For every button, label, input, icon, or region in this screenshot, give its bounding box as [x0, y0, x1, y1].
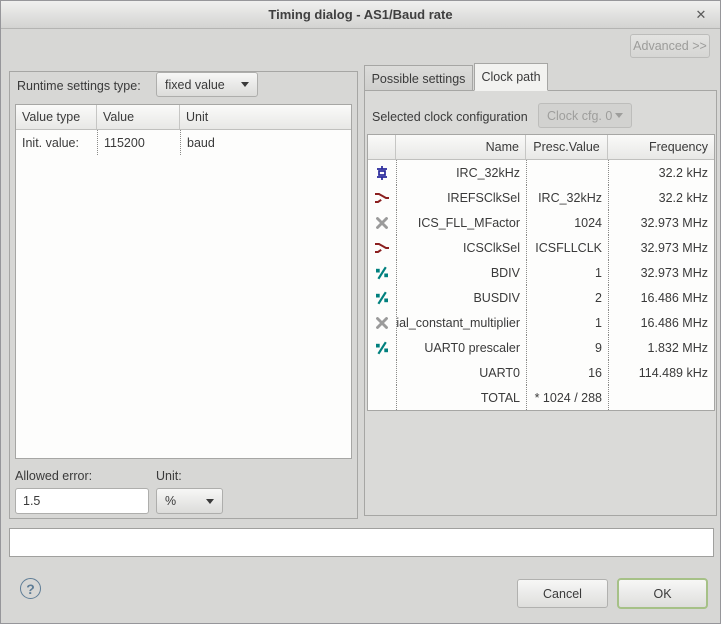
presc-value-cell: ICSFLLCLK [526, 235, 608, 260]
frequency-cell: 32.2 kHz [608, 160, 714, 185]
unit-select[interactable]: % [156, 488, 223, 514]
help-icon[interactable]: ? [20, 578, 41, 599]
col-value[interactable]: Value [97, 105, 180, 129]
presc-value-cell: 1024 [526, 210, 608, 235]
clock-path-row[interactable]: UART0 16 114.489 kHz [368, 360, 714, 385]
frequency-cell: 16.486 MHz [608, 285, 714, 310]
presc-value-cell: 9 [526, 335, 608, 360]
advanced-button[interactable]: Advanced >> [630, 34, 710, 58]
clock-name-cell: BUSDIV [396, 285, 526, 310]
presc-value-cell: 1 [526, 260, 608, 285]
presc-value-cell: 1 [526, 310, 608, 335]
title-bar: Timing dialog - AS1/Baud rate ✕ [1, 1, 720, 29]
runtime-settings-value: fixed value [165, 77, 225, 92]
clock-path-row[interactable]: ial_constant_multiplier 1 16.486 MHz [368, 310, 714, 335]
value-table-header: Value type Value Unit [16, 105, 351, 130]
frequency-cell: 32.973 MHz [608, 210, 714, 235]
clock-name-cell: UART0 [396, 360, 526, 385]
clock-name-cell: TOTAL [396, 385, 526, 410]
frequency-cell [608, 385, 714, 410]
clock-path-row[interactable]: IREFSClkSel IRC_32kHz 32.2 kHz [368, 185, 714, 210]
tab-possible-settings[interactable]: Possible settings [364, 65, 473, 91]
value-table: Value type Value Unit Init. value: 11520… [15, 104, 352, 459]
table-row[interactable]: Init. value: 115200 baud [16, 130, 351, 155]
col-presc-value[interactable]: Presc.Value [526, 135, 608, 159]
col-icon[interactable] [368, 135, 396, 159]
timing-dialog: Timing dialog - AS1/Baud rate ✕ Advanced… [0, 0, 721, 624]
presc-value-cell [526, 160, 608, 185]
clock-path-rows: IRC_32kHz 32.2 kHz IREFSClkSel IRC_32kHz 32.… [368, 160, 714, 410]
tab-clock-path[interactable]: Clock path [474, 63, 548, 91]
col-unit[interactable]: Unit [180, 105, 351, 129]
runtime-settings-select[interactable]: fixed value [156, 72, 258, 97]
unit-label: Unit: [156, 469, 182, 483]
chevron-down-icon [206, 498, 214, 504]
ok-button[interactable]: OK [617, 578, 708, 609]
clock-name-cell: ICS_FLL_MFactor [396, 210, 526, 235]
clock-name-cell: IREFSClkSel [396, 185, 526, 210]
crystal-icon [368, 160, 396, 185]
frequency-cell: 1.832 MHz [608, 335, 714, 360]
frequency-cell: 114.489 kHz [608, 360, 714, 385]
mux-icon [368, 235, 396, 260]
clock-config-label: Selected clock configuration [372, 110, 528, 124]
cancel-button[interactable]: Cancel [517, 579, 608, 608]
clock-config-value: Clock cfg. 0 [547, 108, 613, 123]
col-frequency[interactable]: Frequency [608, 135, 714, 159]
clock-path-row[interactable]: TOTAL * 1024 / 288 [368, 385, 714, 410]
no-icon [368, 385, 396, 410]
allowed-error-input[interactable] [15, 488, 149, 514]
unit-cell: baud [180, 130, 351, 155]
presc-value-cell: 2 [526, 285, 608, 310]
presc-value-cell: IRC_32kHz [526, 185, 608, 210]
frequency-cell: 32.2 kHz [608, 185, 714, 210]
divide-icon [368, 260, 396, 285]
clock-path-row[interactable]: ICS_FLL_MFactor 1024 32.973 MHz [368, 210, 714, 235]
presc-value-cell: * 1024 / 288 [526, 385, 608, 410]
divide-icon [368, 335, 396, 360]
value-cell: 115200 [97, 130, 180, 155]
chevron-down-icon [615, 113, 623, 118]
frequency-cell: 16.486 MHz [608, 310, 714, 335]
clock-name-cell: ICSClkSel [396, 235, 526, 260]
dialog-title: Timing dialog - AS1/Baud rate [268, 7, 453, 22]
clock-path-table: Name Presc.Value Frequency IRC_32kHz 32.2… [367, 134, 715, 411]
divide-icon [368, 285, 396, 310]
clock-name-cell: UART0 prescaler [396, 335, 526, 360]
runtime-settings-label: Runtime settings type: [17, 79, 141, 93]
frequency-cell: 32.973 MHz [608, 260, 714, 285]
clock-name-cell: ial_constant_multiplier [396, 310, 526, 335]
clock-path-row[interactable]: UART0 prescaler 9 1.832 MHz [368, 335, 714, 360]
chevron-down-icon [241, 82, 249, 87]
close-icon[interactable]: ✕ [692, 6, 710, 24]
allowed-error-label: Allowed error: [15, 469, 93, 483]
multiply-icon [368, 210, 396, 235]
clock-path-row[interactable]: IRC_32kHz 32.2 kHz [368, 160, 714, 185]
clock-name-cell: IRC_32kHz [396, 160, 526, 185]
clock-path-row[interactable]: ICSClkSel ICSFLLCLK 32.973 MHz [368, 235, 714, 260]
no-icon [368, 360, 396, 385]
multiply-icon [368, 310, 396, 335]
unit-select-value: % [165, 494, 177, 508]
col-value-type[interactable]: Value type [16, 105, 97, 129]
clock-path-row[interactable]: BUSDIV 2 16.486 MHz [368, 285, 714, 310]
clock-path-table-header: Name Presc.Value Frequency [368, 135, 714, 160]
value-type-cell: Init. value: [22, 135, 79, 150]
presc-value-cell: 16 [526, 360, 608, 385]
clock-path-row[interactable]: BDIV 1 32.973 MHz [368, 260, 714, 285]
mux-icon [368, 185, 396, 210]
clock-name-cell: BDIV [396, 260, 526, 285]
col-name[interactable]: Name [396, 135, 526, 159]
status-message-box[interactable] [9, 528, 714, 557]
frequency-cell: 32.973 MHz [608, 235, 714, 260]
clock-config-select[interactable]: Clock cfg. 0 [538, 103, 632, 128]
